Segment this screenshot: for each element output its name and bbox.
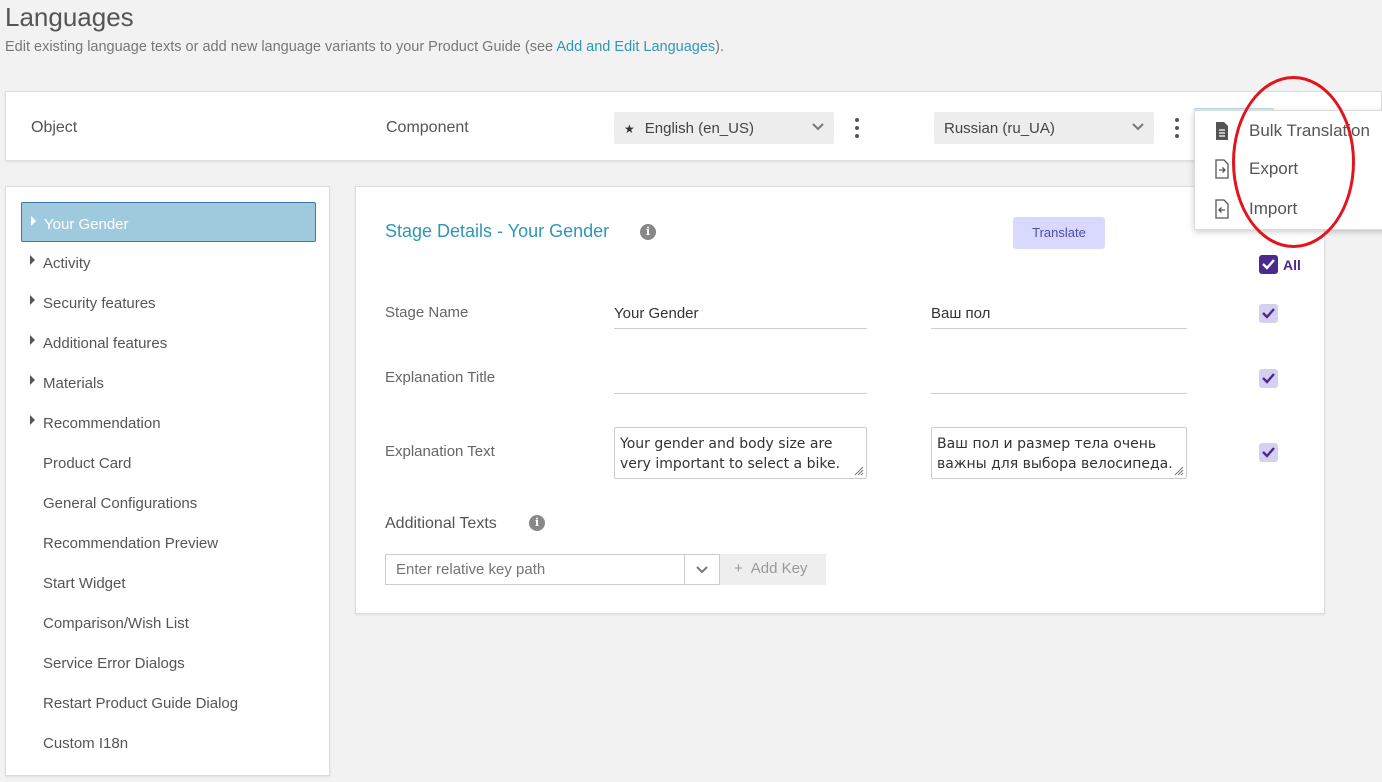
translate-button[interactable]: Translate [1013,217,1105,249]
document-icon [1216,122,1228,140]
check-icon [1262,259,1275,270]
stage-name-label: Stage Name [385,304,469,321]
menu-item-label: Import [1249,199,1298,218]
explanation-text-checkbox[interactable] [1259,443,1278,462]
explanation-text-target-value: Ваш пол и размер тела очень важны для вы… [937,436,1173,472]
sidebar-item-materials[interactable]: Materials [21,362,316,402]
select-all-label: All [1283,257,1301,273]
info-icon[interactable]: i [640,224,656,240]
select-all-checkbox[interactable] [1259,255,1278,274]
sidebar-item-label: Recommendation Preview [43,535,219,552]
expand-arrow-icon [30,415,35,425]
explanation-title-source-input[interactable] [614,364,867,394]
sidebar-item-activity[interactable]: Activity [21,242,316,282]
subtitle-suffix: ). [715,39,725,55]
menu-item-label: Export [1249,159,1299,178]
sidebar-item-recommendation-preview[interactable]: Recommendation Preview [21,522,316,562]
menu-item-label: Bulk Translation [1249,121,1370,140]
sidebar-item-restart-dialog[interactable]: Restart Product Guide Dialog [21,682,316,722]
stage-name-checkbox[interactable] [1259,304,1278,323]
source-language-menu-icon[interactable] [854,118,860,138]
plus-icon: + [734,560,743,577]
menu-item-import[interactable]: Import [1195,191,1382,229]
import-icon [1215,199,1229,219]
sidebar-item-label: Materials [43,375,104,392]
explanation-title-label: Explanation Title [385,369,496,386]
sidebar-item-recommendation[interactable]: Recommendation [21,402,316,442]
stage-title: Stage Details - Your Gender [385,221,610,241]
menu-item-bulk-translation[interactable]: Bulk Translation [1195,113,1382,151]
page-title: Languages [5,2,134,32]
check-icon [1262,447,1275,458]
add-key-label: Add Key [750,560,808,577]
sidebar-item-label: General Configurations [43,495,198,512]
stage-name-target-input[interactable]: Ваш пол [931,299,1187,329]
sidebar-item-label: Start Widget [43,575,126,592]
source-language-select[interactable]: ★ English (en_US) [614,112,834,144]
page-subtitle: Edit existing language texts or add new … [5,39,724,55]
target-language-value: Russian (ru_UA) [944,120,1055,137]
explanation-text-target-textarea[interactable]: Ваш пол и размер тела очень важны для вы… [931,427,1187,479]
target-language-select[interactable]: Russian (ru_UA) [934,112,1154,144]
chevron-down-icon [1132,123,1144,131]
default-star-icon: ★ [624,122,635,136]
add-edit-languages-link[interactable]: Add and Edit Languages [556,39,715,55]
explanation-title-target-input[interactable] [931,364,1187,394]
sidebar-item-general-configurations[interactable]: General Configurations [21,482,316,522]
check-icon [1262,373,1275,384]
stage-details-panel: Stage Details - Your Gender i Translate … [355,186,1325,614]
sidebar-item-custom-i18n[interactable]: Custom I18n [21,722,316,762]
sidebar-item-additional-features[interactable]: Additional features [21,322,316,362]
stage-name-source-input[interactable]: Your Gender [614,299,867,329]
menu-item-export[interactable]: Export [1195,151,1382,189]
sidebar: Your Gender Activity Security features A… [5,186,330,776]
expand-arrow-icon [30,335,35,345]
sidebar-item-label: Comparison/Wish List [43,615,189,632]
explanation-text-source-value: Your gender and body size are very impor… [620,436,841,472]
key-path-dropdown[interactable] [684,554,720,585]
language-header-bar: Object Component ★ English (en_US) Russia… [5,91,1382,161]
sidebar-item-label: Recommendation [43,415,161,432]
sidebar-item-start-widget[interactable]: Start Widget [21,562,316,602]
export-icon [1215,159,1229,179]
sidebar-item-label: Custom I18n [43,735,129,752]
resize-grip-icon[interactable] [1174,466,1184,476]
key-path-input[interactable] [385,554,685,585]
sidebar-item-label: Security features [43,295,156,312]
sidebar-item-label: Additional features [43,335,168,352]
expand-arrow-icon [30,375,35,385]
sidebar-item-label: Product Card [43,455,132,472]
subtitle-text: Edit existing language texts or add new … [5,39,557,55]
resize-grip-icon[interactable] [854,466,864,476]
sidebar-item-label: Service Error Dialogs [43,655,185,672]
explanation-text-source-textarea[interactable]: Your gender and body size are very impor… [614,427,867,479]
expand-arrow-icon [30,295,35,305]
additional-texts-title: Additional Texts [385,515,497,532]
explanation-text-label: Explanation Text [385,443,495,460]
chevron-down-icon [812,123,824,131]
language-actions-menu: Bulk Translation Export Import [1194,110,1382,230]
add-key-button[interactable]: + Add Key [720,554,826,585]
expand-arrow-icon [31,216,36,226]
sidebar-item-label: Activity [43,255,91,272]
object-column-label: Object [31,119,78,136]
sidebar-item-product-card[interactable]: Product Card [21,442,316,482]
sidebar-item-label: Your Gender [44,216,129,233]
sidebar-item-label: Restart Product Guide Dialog [43,695,239,712]
sidebar-item-service-error-dialogs[interactable]: Service Error Dialogs [21,642,316,682]
component-column-label: Component [386,119,469,136]
check-icon [1262,308,1275,319]
source-language-value: English (en_US) [644,120,754,137]
sidebar-item-your-gender[interactable]: Your Gender [21,202,316,242]
target-language-menu-icon[interactable] [1174,118,1180,138]
expand-arrow-icon [30,255,35,265]
sidebar-item-security-features[interactable]: Security features [21,282,316,322]
explanation-title-checkbox[interactable] [1259,369,1278,388]
sidebar-item-comparison-wish-list[interactable]: Comparison/Wish List [21,602,316,642]
chevron-down-icon [696,566,708,574]
info-icon[interactable]: i [529,515,545,531]
